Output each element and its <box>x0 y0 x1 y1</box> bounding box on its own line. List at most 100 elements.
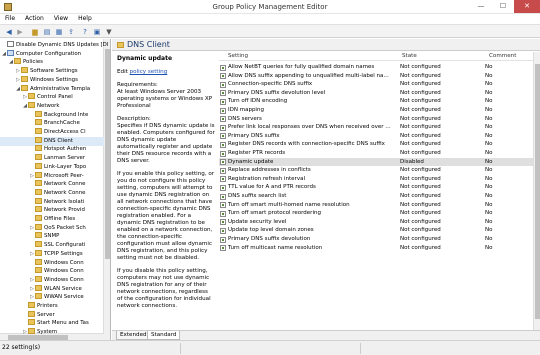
setting-row[interactable]: DNS servers Not configured No <box>219 115 533 124</box>
tab-extended[interactable]: Extended <box>116 331 151 340</box>
tree-item[interactable]: ◢ Network <box>0 101 104 111</box>
setting-row[interactable]: Update security level Not configured No <box>219 218 533 227</box>
setting-row[interactable]: Turn off smart multi-homed name resoluti… <box>219 201 533 210</box>
close-button[interactable]: ✕ <box>514 0 540 13</box>
tree-item[interactable]: ▷ Windows Conn <box>0 275 104 285</box>
setting-row[interactable]: Primary DNS suffix devolution level Not c… <box>219 89 533 98</box>
setting-row[interactable]: Replace addresses in conflicts Not config… <box>219 166 533 175</box>
settings-list[interactable]: Setting State Comment Allow NetBT querie… <box>219 52 540 330</box>
setting-row[interactable]: Turn off smart protocol reordering Not co… <box>219 209 533 218</box>
setting-row[interactable]: Registration refresh interval Not configu… <box>219 175 533 184</box>
tree-item[interactable]: ▷ Microsoft Peer- <box>0 171 104 181</box>
filter-icon[interactable]: ▼ <box>104 27 114 37</box>
tree-item[interactable]: ▷ QoS Packet Sch <box>0 223 104 233</box>
up-folder-icon[interactable]: ▆ <box>30 27 40 37</box>
setting-row[interactable]: IDN mapping Not configured No <box>219 106 533 115</box>
setting-row[interactable]: Connection-specific DNS suffix Not config… <box>219 80 533 89</box>
back-icon[interactable]: ◀ <box>4 27 14 37</box>
tree-item[interactable]: Printers <box>0 302 104 311</box>
setting-row[interactable]: Register PTR records Not configured No <box>219 149 533 158</box>
properties-icon[interactable]: ▦ <box>54 27 64 37</box>
setting-row[interactable]: Prefer link local responses over DNS whe… <box>219 123 533 132</box>
setting-row[interactable]: DNS suffix search list Not configured No <box>219 192 533 201</box>
tree-item[interactable]: Network Isolati <box>0 197 104 207</box>
tree-item[interactable]: ▷ Control Panel <box>0 93 104 102</box>
tree-item[interactable]: Offline Files <box>0 215 104 224</box>
setting-row[interactable]: Primary DNS suffix devolution Not configu… <box>219 235 533 244</box>
tree-item[interactable]: Disable Dynamic DNS Updates [DI <box>0 41 108 50</box>
tree-item[interactable]: Link-Layer Topo <box>0 162 104 172</box>
tree-item[interactable]: Network Provid <box>0 206 104 215</box>
tree-item[interactable]: ◢ Administrative Templa <box>0 84 104 94</box>
menu-help[interactable]: Help <box>73 14 97 24</box>
tree-item-label: Windows Conn <box>44 276 84 283</box>
setting-icon <box>220 81 226 88</box>
setting-row[interactable]: Turn off IDN encoding Not configured No <box>219 97 533 106</box>
setting-icon <box>220 236 226 243</box>
folder-icon <box>28 302 35 308</box>
setting-row[interactable]: Turn off multicast name resolution Not co… <box>219 244 533 253</box>
tree-item[interactable]: SSL Configurati <box>0 241 104 250</box>
edit-policy-setting-link[interactable]: policy setting <box>130 69 168 75</box>
tree-item[interactable]: Background Inte <box>0 110 104 120</box>
setting-row[interactable]: Dynamic update Disabled No <box>219 157 533 167</box>
tree-item[interactable]: Start Menu and Tas <box>0 319 104 328</box>
setting-comment: No <box>485 141 493 148</box>
tree-item[interactable]: ▷ WLAN Service <box>0 284 104 294</box>
column-header-comment[interactable]: Comment <box>489 53 516 59</box>
tree-item[interactable]: ◢ Policies <box>0 58 104 67</box>
column-header-setting[interactable]: Setting <box>228 53 248 59</box>
menu-action[interactable]: Action <box>20 14 49 24</box>
tree-item[interactable]: BranchCache <box>0 119 104 128</box>
tree-item-label: Windows Settings <box>30 76 78 83</box>
export-icon[interactable]: ⇪ <box>66 27 76 37</box>
tree-item-label: Link-Layer Topo <box>44 163 87 170</box>
setting-state: Not configured <box>400 132 441 139</box>
tree-item[interactable]: Network Conne <box>0 180 104 189</box>
setting-state: Not configured <box>400 141 441 148</box>
tree-item[interactable]: Hotspot Authen <box>0 145 104 154</box>
help-icon[interactable]: ? <box>80 27 90 37</box>
setting-row[interactable]: Update top level domain zones Not configu… <box>219 226 533 235</box>
folder-icon <box>117 42 124 48</box>
setting-row[interactable]: TTL value for A and PTR records Not confi… <box>219 183 533 192</box>
column-header-state[interactable]: State <box>402 53 417 59</box>
tree-item[interactable]: Windows Conn <box>0 258 104 268</box>
tree-item-label: Start Menu and Tas <box>37 320 89 327</box>
maximize-button[interactable]: ☐ <box>492 0 514 13</box>
tree-item[interactable]: ▷ Software Settings <box>0 67 104 76</box>
view-icon[interactable]: ▣ <box>92 27 102 37</box>
tree-item[interactable]: DirectAccess Cl <box>0 128 104 137</box>
tree-item[interactable]: Network Conne <box>0 188 104 198</box>
tab-standard[interactable]: Standard <box>147 331 181 340</box>
navigation-tree[interactable]: Disable Dynamic DNS Updates [DI ◢ Computer… <box>0 39 111 340</box>
tree-item[interactable]: Windows Conn <box>0 267 104 276</box>
forward-icon[interactable]: ▶ <box>15 27 25 37</box>
tree-item[interactable]: Lanman Server <box>0 154 104 163</box>
tree-item-label: Network Conne <box>44 189 86 196</box>
setting-row[interactable]: Primary DNS suffix Not configured No <box>219 132 533 141</box>
show-hide-tree-icon[interactable]: ▤ <box>42 27 52 37</box>
tree-item[interactable]: DNS Client <box>0 136 104 146</box>
setting-icon <box>220 176 226 183</box>
setting-row[interactable]: Allow DNS suffix appending to unqualifie… <box>219 72 533 81</box>
menu-view[interactable]: View <box>49 14 73 24</box>
tree-item-label: Administrative Templa <box>30 85 91 92</box>
tree-item[interactable]: ▷ System <box>0 328 104 337</box>
tree-item[interactable]: ▷ Windows Settings <box>0 75 104 85</box>
tree-item[interactable]: SNMP <box>0 232 104 241</box>
tree-item[interactable]: ◢ Computer Configuration <box>0 49 104 59</box>
setting-row[interactable]: Allow NetBT queries for fully qualified … <box>219 63 533 72</box>
tree-item[interactable]: ▷ TCPIP Settings <box>0 249 104 259</box>
setting-icon <box>220 245 226 252</box>
tree-vertical-scrollbar[interactable] <box>103 39 110 340</box>
tree-item-label: Computer Configuration <box>16 50 82 57</box>
list-vertical-scrollbar[interactable] <box>533 52 540 330</box>
minimize-button[interactable]: — <box>470 0 492 13</box>
menu-file[interactable]: File <box>0 14 20 24</box>
folder-icon <box>35 180 42 187</box>
setting-name: Primary DNS suffix devolution <box>228 236 311 242</box>
tree-item[interactable]: ▷ WWAN Service <box>0 293 104 302</box>
tree-item[interactable]: Server <box>0 310 104 320</box>
setting-row[interactable]: Register DNS records with connection-spe… <box>219 140 533 149</box>
